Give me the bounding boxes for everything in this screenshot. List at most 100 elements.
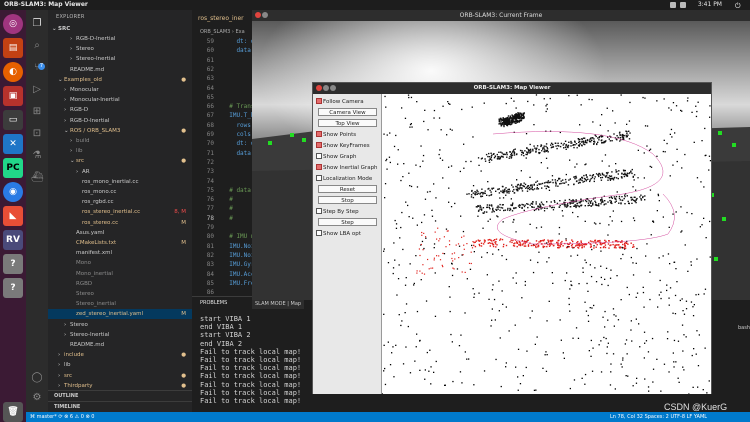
tree-item[interactable]: Mono_inertial (48, 269, 192, 279)
tree-item[interactable]: › Monocular (48, 85, 192, 95)
gear-icon[interactable]: ⚙ (31, 392, 43, 404)
app-icon[interactable]: ◣ (3, 206, 23, 226)
code-line[interactable]: 62 (192, 65, 222, 74)
tree-item[interactable]: › RGB-D-Inertial (48, 116, 192, 126)
rviz-icon[interactable]: RV (3, 230, 23, 250)
step-button[interactable]: Step (318, 218, 377, 226)
account-icon[interactable]: ◯ (31, 372, 43, 384)
checkbox-show-points[interactable]: Show Points (316, 130, 356, 140)
checkbox-localization-mode[interactable]: Localization Mode (316, 174, 372, 184)
tree-item[interactable]: README.md (48, 340, 192, 350)
minimize-icon[interactable] (323, 85, 329, 91)
firefox-icon[interactable]: ◐ (3, 62, 23, 82)
code-line[interactable]: 84 IMU.Acc (192, 270, 255, 279)
tree-item[interactable]: README.md (48, 65, 192, 75)
top-view-button[interactable]: Top View (318, 119, 377, 127)
checkbox-show-keyframes[interactable]: Show KeyFrames (316, 141, 370, 151)
terminal-icon[interactable]: ▭ (3, 110, 23, 130)
terminal-tab-label[interactable]: SLAM MODE | Map (252, 299, 305, 309)
tree-item[interactable]: Mono (48, 258, 192, 268)
tree-item[interactable]: ros_rgbd.cc (48, 197, 192, 207)
tree-item[interactable]: ⌄ROS / ORB_SLAM3 ● (48, 126, 192, 136)
tree-item[interactable]: › Stereo-Inertial (48, 54, 192, 64)
code-line[interactable]: 61 (192, 56, 222, 65)
status-left[interactable]: ⌘ master* ⟳ ⊗ 6 ⚠ 0 ⊗ 0 (30, 412, 95, 422)
system-tray[interactable] (670, 2, 686, 8)
checkbox-step-by-step[interactable]: Step By Step (316, 207, 359, 217)
tree-item[interactable]: › lib (48, 146, 192, 156)
code-line[interactable]: 70 dt: d (192, 139, 255, 148)
checkbox-box[interactable] (316, 142, 322, 148)
code-line[interactable]: 85 IMU.Fre (192, 279, 255, 288)
chrome-icon[interactable]: ◉ (3, 182, 23, 202)
checkbox-show-inertial-graph[interactable]: Show Inertial Graph (316, 163, 378, 173)
search-icon[interactable]: ⌕ (31, 40, 43, 52)
code-line[interactable]: 75 # data (192, 186, 251, 195)
minimize-icon[interactable] (262, 12, 268, 18)
checkbox-box[interactable] (316, 175, 322, 181)
code-line[interactable]: 59 dt: d (192, 37, 255, 46)
code-line[interactable]: 79 (192, 223, 222, 232)
maximize-icon[interactable] (330, 85, 336, 91)
code-line[interactable]: 69 cols: (192, 130, 255, 139)
tree-item[interactable]: ros_mono.cc (48, 187, 192, 197)
volume-icon[interactable] (680, 2, 686, 8)
status-right[interactable]: Ln 78, Col 32 Spaces: 2 UTF-8 LF YAML (610, 412, 707, 422)
tree-item[interactable]: ⌄Examples_old ● (48, 75, 192, 85)
tree-item[interactable]: manifest.xml (48, 248, 192, 258)
code-line[interactable]: 82 IMU.Noi (192, 251, 255, 260)
tree-item[interactable]: › Monocular-Inertial (48, 95, 192, 105)
tree-item[interactable]: › src ● (48, 371, 192, 381)
tree-item[interactable]: › RGB-D (48, 105, 192, 115)
tree-item[interactable]: CMakeLists.txt M (48, 238, 192, 248)
network-icon[interactable] (670, 2, 676, 8)
pycharm-icon[interactable]: PC (3, 158, 23, 178)
checkbox-box[interactable] (316, 98, 322, 104)
timeline-section[interactable]: TIMELINE (48, 401, 192, 412)
files-icon[interactable]: ▤ (3, 38, 23, 58)
stop-button[interactable]: Stop (318, 196, 377, 204)
terminal-shell-label[interactable]: bash (738, 325, 750, 331)
code-line[interactable]: 78 # (192, 214, 233, 223)
active-window-title[interactable]: ORB-SLAM3: Map Viewer (4, 0, 88, 10)
code-line[interactable]: 81 IMU.Noi (192, 242, 255, 251)
code-line[interactable]: 76 # (192, 195, 233, 204)
tree-item[interactable]: Stereo_inertial (48, 299, 192, 309)
tree-item[interactable]: › AR (48, 167, 192, 177)
tree-item[interactable]: ⌄src ● (48, 156, 192, 166)
tree-item[interactable]: Asus.yaml (48, 228, 192, 238)
remote-icon[interactable]: ⊡ (31, 128, 43, 140)
warning-count[interactable]: ⊗ 0 (86, 414, 95, 420)
close-icon[interactable] (316, 85, 322, 91)
tree-item[interactable]: › include ● (48, 350, 192, 360)
code-line[interactable]: 64 (192, 84, 222, 93)
explorer-icon[interactable]: ❐ (31, 18, 43, 30)
tree-item[interactable]: ros_stereo.cc M (48, 218, 192, 228)
code-line[interactable]: 77 # (192, 204, 233, 213)
tree-item[interactable]: ros_stereo_inertial.cc 8, M (48, 207, 192, 217)
code-line[interactable]: 73 (192, 167, 222, 176)
map-canvas[interactable] (383, 94, 713, 395)
software-icon[interactable]: ▣ (3, 86, 23, 106)
checkbox-show-graph[interactable]: Show Graph (316, 152, 356, 162)
code-line[interactable]: 80 # IMU n (192, 232, 255, 241)
code-line[interactable]: 68 rows: (192, 121, 255, 130)
extensions-icon[interactable]: ⊞ (31, 106, 43, 118)
checkbox-box[interactable] (316, 208, 322, 214)
tree-item[interactable]: Stereo (48, 289, 192, 299)
outline-section[interactable]: OUTLINE (48, 390, 192, 401)
close-icon[interactable] (255, 12, 261, 18)
code-line[interactable]: 66 # Transf (192, 102, 258, 111)
checkbox-show-lba-opt[interactable]: Show LBA opt (316, 229, 361, 239)
tree-item[interactable]: RGBD (48, 279, 192, 289)
testing-icon[interactable]: ⚗ (31, 150, 43, 162)
code-line[interactable]: 63 (192, 74, 222, 83)
checkbox-follow-camera[interactable]: Follow Camera (316, 97, 364, 107)
git-branch[interactable]: master* (37, 414, 57, 420)
tree-item[interactable]: › RGB-D-Inertial (48, 34, 192, 44)
checkbox-box[interactable] (316, 164, 322, 170)
checkbox-box[interactable] (316, 230, 322, 236)
tree-item[interactable]: ros_mono_inertial.cc (48, 177, 192, 187)
problems-count[interactable]: ⊗ 6 ⚠ 0 (64, 414, 84, 420)
tree-item[interactable]: › Stereo (48, 44, 192, 54)
